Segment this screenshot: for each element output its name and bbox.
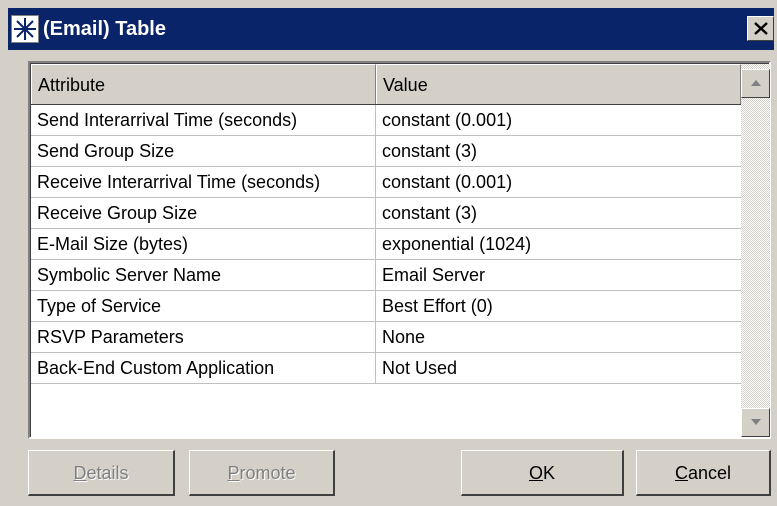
vertical-scrollbar[interactable] — [741, 64, 770, 437]
table-row[interactable]: RSVP Parameters None — [31, 322, 741, 353]
attribute-cell[interactable]: Send Interarrival Time (seconds) — [31, 105, 376, 135]
details-button-mnemonic: D — [73, 463, 87, 483]
value-cell[interactable]: None — [376, 322, 741, 352]
ok-button[interactable]: OK — [461, 450, 624, 496]
cancel-button[interactable]: Cancel — [636, 450, 771, 496]
table-row[interactable]: Receive Interarrival Time (seconds) const… — [31, 167, 741, 198]
table-header: Attribute Value — [31, 64, 741, 105]
value-cell[interactable]: constant (0.001) — [376, 167, 741, 197]
arrow-up-icon — [751, 80, 761, 86]
window-title: (Email) Table — [43, 18, 166, 40]
column-header-value[interactable]: Value — [376, 64, 741, 104]
promote-button-mnemonic: P — [227, 463, 240, 483]
attribute-table-inner: Attribute Value Send Interarrival Time (… — [30, 63, 770, 437]
attribute-cell[interactable]: E-Mail Size (bytes) — [31, 229, 376, 259]
value-cell[interactable]: Not Used — [376, 353, 741, 383]
attribute-cell[interactable]: Send Group Size — [31, 136, 376, 166]
attribute-cell[interactable]: Receive Group Size — [31, 198, 376, 228]
arrow-down-icon — [751, 419, 761, 425]
value-cell[interactable]: constant (3) — [376, 136, 741, 166]
attribute-cell[interactable]: Type of Service — [31, 291, 376, 321]
ok-button-label: K — [543, 463, 556, 483]
ok-button-mnemonic: O — [528, 463, 543, 483]
table-row[interactable]: Send Group Size constant (3) — [31, 136, 741, 167]
table-row[interactable]: Symbolic Server Name Email Server — [31, 260, 741, 291]
column-header-attribute[interactable]: Attribute — [31, 64, 376, 104]
close-icon — [754, 22, 768, 35]
attribute-cell[interactable]: Symbolic Server Name — [31, 260, 376, 290]
promote-button-label: romote — [239, 463, 296, 483]
scroll-up-button[interactable] — [741, 69, 770, 98]
scroll-down-button[interactable] — [741, 408, 770, 437]
attribute-cell[interactable]: Receive Interarrival Time (seconds) — [31, 167, 376, 197]
cancel-button-mnemonic: C — [674, 463, 688, 483]
details-button[interactable]: Details — [28, 450, 175, 496]
table-row[interactable]: E-Mail Size (bytes) exponential (1024) — [31, 229, 741, 260]
cancel-button-label: ancel — [687, 463, 732, 483]
title-bar[interactable]: (Email) Table — [8, 8, 774, 50]
value-cell[interactable]: Email Server — [376, 260, 741, 290]
value-cell[interactable]: exponential (1024) — [376, 229, 741, 259]
star-burst-icon — [11, 15, 39, 43]
attribute-cell[interactable]: RSVP Parameters — [31, 322, 376, 352]
dialog-window: (Email) Table Attribute Value Send Inter… — [0, 0, 777, 506]
value-cell[interactable]: constant (0.001) — [376, 105, 741, 135]
value-cell[interactable]: constant (3) — [376, 198, 741, 228]
table-row[interactable]: Back-End Custom Application Not Used — [31, 353, 741, 384]
attribute-cell[interactable]: Back-End Custom Application — [31, 353, 376, 383]
table-row[interactable]: Receive Group Size constant (3) — [31, 198, 741, 229]
table-row[interactable]: Send Interarrival Time (seconds) constant… — [31, 105, 741, 136]
attribute-table[interactable]: Attribute Value Send Interarrival Time (… — [28, 61, 771, 439]
close-button[interactable] — [747, 16, 774, 41]
table-row[interactable]: Type of Service Best Effort (0) — [31, 291, 741, 322]
promote-button[interactable]: Promote — [189, 450, 335, 496]
details-button-label: etails — [86, 463, 129, 483]
value-cell[interactable]: Best Effort (0) — [376, 291, 741, 321]
